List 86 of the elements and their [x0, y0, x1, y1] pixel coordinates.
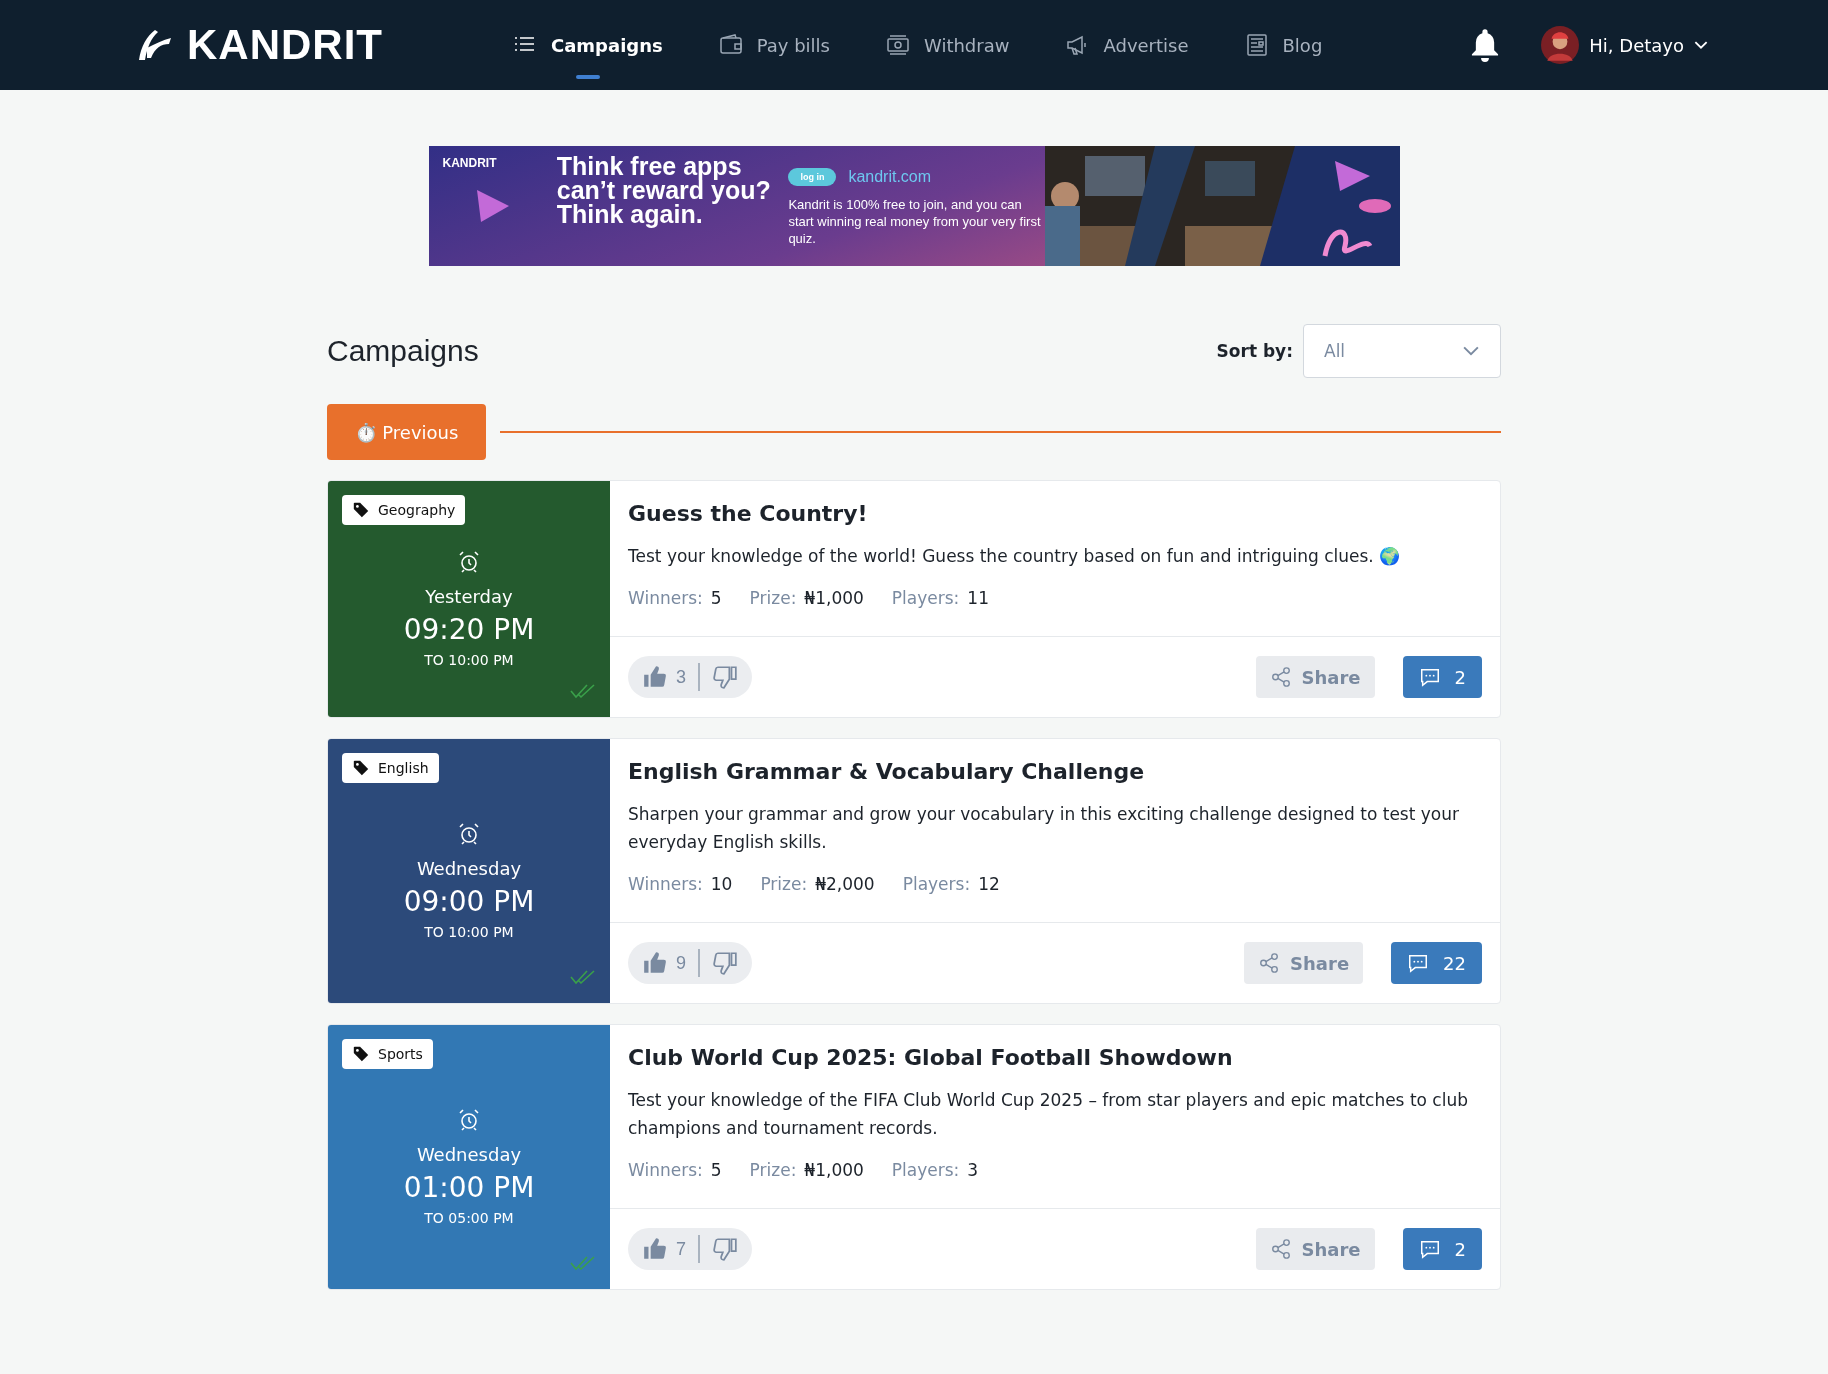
campaign-title: Club World Cup 2025: Global Football Showdown — [628, 1045, 1234, 1070]
end-time: TO 05:00 PM — [424, 1210, 514, 1226]
sort-label: Sort by: — [1216, 341, 1293, 361]
like-button[interactable]: 3 — [642, 664, 686, 690]
nav-tab[interactable]: Pay bills — [718, 25, 830, 65]
campaign-description: Test your knowledge of the FIFA Club World Cup 2025 – from star players and epic matches to club champions and tournament records. — [628, 1089, 1469, 1140]
stat-label: Winners: — [628, 588, 703, 608]
alarm-clock-icon — [457, 1108, 481, 1132]
stat-label: Players: — [891, 1160, 960, 1180]
nav-tab[interactable]: Withdraw — [886, 25, 1010, 65]
tag-icon — [352, 1045, 370, 1063]
stat-value: ₦1,000 — [804, 1160, 864, 1180]
nav-tab[interactable]: Advertise — [1065, 25, 1189, 65]
logo-text: KANDRIT — [187, 21, 383, 69]
banner-link[interactable]: kandrit.com — [848, 168, 932, 186]
stat-label: Players: — [891, 588, 960, 608]
campaign-description: Test your knowledge of the world! Guess the country based on fun and intriguing clues. 🌍 — [628, 545, 1402, 568]
alarm-clock-icon — [457, 550, 481, 574]
previous-button[interactable]: ⏱ Previous — [327, 404, 486, 460]
share-icon — [1258, 952, 1281, 974]
stat-value: ₦1,000 — [804, 588, 864, 608]
start-time: 09:00 PM — [403, 885, 535, 918]
comment-icon — [1407, 952, 1430, 974]
category-label: Geography — [378, 502, 456, 518]
dislike-button[interactable] — [711, 950, 738, 976]
comments-button[interactable]: 2 — [1402, 1228, 1482, 1270]
thumbs-up-icon — [642, 664, 668, 690]
campaign-title: English Grammar & Vocabulary Challenge — [628, 759, 1146, 784]
banknote-icon — [886, 33, 910, 57]
stat-label: Prize: — [749, 1160, 797, 1180]
thumbs-down-icon — [711, 1236, 738, 1262]
alarm-clock-icon — [457, 822, 481, 846]
wallet-icon — [718, 33, 743, 57]
stat-value: 5 — [710, 1160, 722, 1180]
thumbs-down-icon — [711, 950, 738, 976]
category-label: Sports — [378, 1046, 423, 1062]
tag-icon — [352, 501, 370, 519]
category-label: English — [378, 760, 429, 776]
chevron-down-icon — [1462, 345, 1480, 357]
stat-label: Winners: — [628, 1160, 703, 1180]
campaign-title: Guess the Country! — [628, 501, 869, 526]
end-time: TO 10:00 PM — [424, 924, 514, 940]
stat-value: 11 — [967, 588, 989, 608]
avatar-icon — [1541, 26, 1580, 64]
start-time: 09:20 PM — [403, 613, 535, 646]
banner-text: Kandrit is 100% free to join, and you can start winning real money from your very first quiz. — [788, 196, 1042, 247]
stat-label: Prize: — [749, 588, 797, 608]
sort-dropdown[interactable]: All — [1303, 324, 1501, 378]
stat-value: 10 — [710, 874, 733, 894]
day-label: Wednesday — [416, 1144, 522, 1165]
share-icon — [1269, 1238, 1292, 1260]
stat-label: Winners: — [628, 874, 703, 894]
newspaper-icon — [1244, 33, 1269, 57]
stat-value: 12 — [978, 874, 1000, 894]
thumbs-up-icon — [642, 1236, 668, 1262]
share-button[interactable]: Share — [1244, 942, 1364, 984]
comments-button[interactable]: 22 — [1391, 942, 1482, 984]
stat-value: 5 — [710, 588, 722, 608]
comment-icon — [1418, 666, 1441, 688]
day-label: Yesterday — [425, 586, 513, 607]
comment-icon — [1418, 1238, 1441, 1260]
share-button[interactable]: Share — [1255, 1228, 1375, 1270]
thumbs-down-icon — [711, 664, 738, 690]
user-menu[interactable]: Hi, Detayo — [1541, 26, 1708, 64]
share-icon — [1269, 666, 1292, 688]
banner-headline: Think free apps can’t reward you? Think again. — [556, 151, 772, 230]
tag-icon — [352, 759, 370, 777]
thumbs-up-icon — [642, 950, 668, 976]
comments-button[interactable]: 2 — [1402, 656, 1482, 698]
share-button[interactable]: Share — [1255, 656, 1375, 698]
stat-label: Prize: — [760, 874, 808, 894]
stat-value: 3 — [967, 1160, 979, 1180]
end-time: TO 10:00 PM — [424, 652, 514, 668]
like-button[interactable]: 7 — [642, 1236, 686, 1262]
day-label: Wednesday — [416, 858, 522, 879]
page-title: Campaigns — [327, 334, 479, 368]
stat-label: Players: — [902, 874, 971, 894]
dislike-button[interactable] — [711, 1236, 738, 1262]
chevron-down-icon — [1694, 40, 1708, 50]
like-button[interactable]: 9 — [642, 950, 686, 976]
dislike-button[interactable] — [711, 664, 738, 690]
campaign-description: Sharpen your grammar and grow your vocabulary in this exciting challenge designed to test your everyday English skills. — [628, 803, 1461, 854]
stat-value: ₦2,000 — [815, 874, 875, 894]
banner-logo: KANDRIT — [442, 156, 498, 170]
start-time: 01:00 PM — [403, 1171, 535, 1204]
nav-tab[interactable]: Blog — [1244, 25, 1323, 65]
